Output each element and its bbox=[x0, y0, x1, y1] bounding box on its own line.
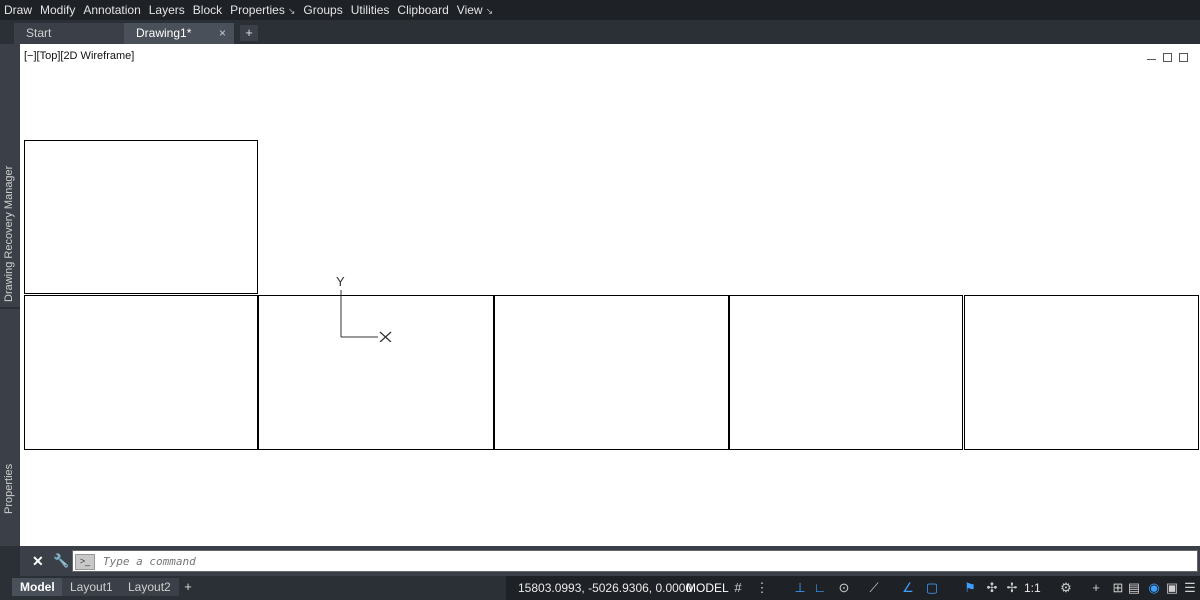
menu-block[interactable]: Block bbox=[189, 0, 226, 20]
osnap-icon[interactable]: ▢ bbox=[924, 579, 940, 597]
workspace-icon[interactable]: ⚙ bbox=[1058, 579, 1074, 597]
document-tab-bar: Start Drawing1* × + bbox=[0, 20, 1200, 44]
infer-constraints-icon[interactable]: ⊥ bbox=[792, 579, 808, 597]
drawing-sheet bbox=[494, 295, 729, 450]
plus-icon[interactable]: + bbox=[1088, 579, 1104, 597]
command-input-box: >_ bbox=[72, 550, 1198, 572]
tab-drawing1-label: Drawing1* bbox=[136, 26, 192, 40]
drawing-canvas[interactable]: [−][Top][2D Wireframe] Y bbox=[20, 44, 1200, 546]
menu-layers[interactable]: Layers bbox=[145, 0, 189, 20]
autoscale-icon[interactable]: ✣ bbox=[984, 579, 1000, 597]
command-line: ✕ 🔧 >_ bbox=[20, 546, 1200, 576]
osnap-tracking-icon[interactable]: ∠ bbox=[900, 579, 916, 597]
menu-label: Groups bbox=[303, 3, 343, 17]
status-tools: 15803.0993, -5026.9306, 0.0000 MODEL # ⋮… bbox=[506, 576, 1200, 600]
menu-label: Layers bbox=[148, 3, 185, 17]
tab-model[interactable]: Model bbox=[12, 578, 63, 596]
wrench-icon[interactable]: 🔧 bbox=[53, 553, 69, 569]
close-icon[interactable]: ✕ bbox=[32, 553, 44, 570]
side-divider bbox=[0, 307, 20, 309]
menu-bar: Draw Modify Annotation Layers Block Propertie… bbox=[0, 0, 1200, 21]
menu-groups[interactable]: Groups bbox=[299, 0, 346, 20]
drawing-recovery-manager-tab[interactable]: Drawing Recovery Manager bbox=[3, 112, 15, 302]
tab-layout1[interactable]: Layout1 bbox=[62, 578, 121, 596]
viewport-minimize-icon[interactable] bbox=[1147, 53, 1156, 60]
menu-draw[interactable]: Draw bbox=[0, 0, 36, 20]
polar-icon[interactable]: ⊙ bbox=[836, 579, 852, 597]
fullscreen-icon[interactable]: ▣ bbox=[1164, 579, 1180, 597]
menu-label: Clipboard bbox=[397, 3, 449, 17]
drawing-sheet bbox=[729, 295, 963, 450]
new-tab-button[interactable]: + bbox=[240, 25, 258, 41]
customize-icon[interactable]: ☰ bbox=[1182, 579, 1198, 597]
menu-label: View bbox=[456, 2, 483, 17]
menu-label: Utilities bbox=[350, 3, 390, 17]
isolate-icon[interactable]: ⊞ bbox=[1110, 579, 1126, 597]
ortho-icon[interactable]: ∟ bbox=[812, 579, 828, 597]
ucs-icon: Y bbox=[336, 274, 398, 345]
properties-icon[interactable]: ▤ bbox=[1126, 579, 1142, 597]
drawing-sheet bbox=[964, 295, 1199, 450]
menu-modify[interactable]: Modify bbox=[36, 0, 79, 20]
menu-annotation[interactable]: Annotation bbox=[79, 0, 144, 20]
menu-properties[interactable]: Properties ↘ bbox=[226, 0, 299, 21]
hardware-acceleration-icon[interactable]: ◉ bbox=[1146, 579, 1162, 597]
tab-drawing1[interactable]: Drawing1* × bbox=[124, 23, 234, 44]
viewport-maximize-icon[interactable] bbox=[1179, 53, 1188, 62]
panel-expand-icon[interactable]: ↘ bbox=[288, 6, 296, 16]
properties-tab[interactable]: Properties bbox=[3, 394, 15, 514]
viewport-restore-icon[interactable] bbox=[1163, 53, 1172, 62]
menu-label: Block bbox=[192, 3, 223, 17]
menu-label: Annotation bbox=[83, 3, 141, 17]
grid-icon[interactable]: # bbox=[730, 579, 746, 597]
command-input[interactable] bbox=[101, 554, 1105, 569]
annotation-icon[interactable]: ✢ bbox=[1004, 579, 1020, 597]
coordinate-readout[interactable]: 15803.0993, -5026.9306, 0.0000 bbox=[518, 581, 692, 595]
menu-view[interactable]: View ↘ bbox=[453, 0, 497, 21]
status-bar: Model Layout1 Layout2 + 15803.0993, -502… bbox=[0, 576, 1200, 600]
tab-layout2[interactable]: Layout2 bbox=[120, 578, 179, 596]
drawing-sheet bbox=[24, 295, 258, 450]
annotation-visibility-icon[interactable]: ⚑ bbox=[962, 579, 978, 597]
annotation-scale[interactable]: 1:1 bbox=[1024, 581, 1041, 595]
menu-utilities[interactable]: Utilities bbox=[347, 0, 394, 20]
menu-clipboard[interactable]: Clipboard bbox=[393, 0, 452, 20]
snap-icon[interactable]: ⋮ bbox=[754, 579, 770, 597]
menu-label: Properties bbox=[230, 2, 285, 17]
add-layout-button[interactable]: + bbox=[180, 579, 196, 595]
menu-label: Modify bbox=[40, 3, 76, 17]
model-space-button[interactable]: MODEL bbox=[686, 581, 729, 595]
tab-close-icon[interactable]: × bbox=[219, 23, 226, 44]
side-palette-bar: Drawing Recovery Manager Properties bbox=[0, 44, 20, 546]
drawing-sheet bbox=[24, 140, 258, 294]
tab-start[interactable]: Start bbox=[14, 23, 126, 44]
ucs-y-label: Y bbox=[336, 274, 345, 289]
panel-expand-icon[interactable]: ↘ bbox=[486, 6, 494, 16]
command-prompt-icon[interactable]: >_ bbox=[75, 554, 95, 570]
isodraft-icon[interactable]: ⟋ bbox=[866, 579, 882, 597]
menu-label: Draw bbox=[4, 3, 33, 17]
viewport-controls[interactable]: [−][Top][2D Wireframe] bbox=[24, 50, 134, 62]
